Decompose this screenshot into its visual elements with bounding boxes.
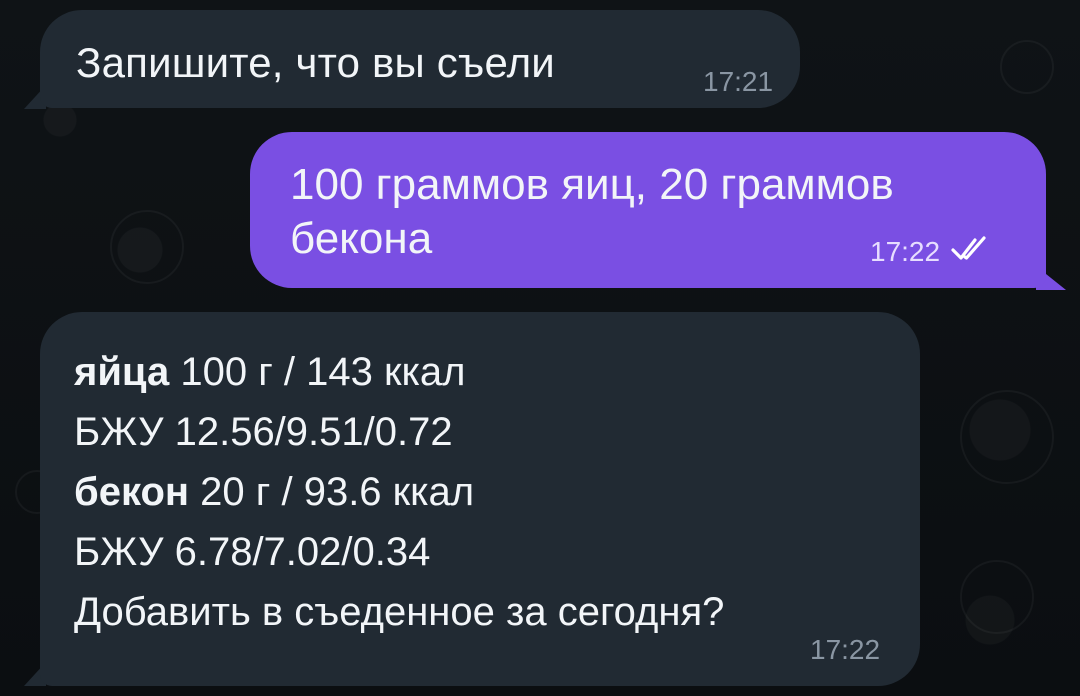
message-text: Запишите, что вы съели bbox=[76, 39, 555, 86]
food-name: бекон bbox=[74, 470, 190, 514]
question-row: Добавить в съеденное за сегодня? bbox=[74, 590, 725, 634]
background-doodle bbox=[110, 210, 184, 284]
food-details: 20 г / 93.6 ккал bbox=[189, 470, 475, 514]
message-text-line: 100 граммов яиц, 20 граммов bbox=[290, 160, 894, 209]
background-doodle bbox=[1000, 40, 1054, 94]
message-time: 17:22 bbox=[810, 634, 881, 665]
incoming-message-bubble[interactable]: Запишите, что вы съели 17:21 bbox=[40, 10, 800, 108]
macros-row: БЖУ 12.56/9.51/0.72 bbox=[74, 410, 453, 454]
double-check-icon bbox=[951, 236, 986, 260]
message-time: 17:21 bbox=[703, 66, 774, 97]
nutrition-row: яйца 100 г / 143 ккал bbox=[74, 342, 886, 402]
food-details: 100 г / 143 ккал bbox=[169, 350, 466, 394]
background-doodle bbox=[960, 390, 1054, 484]
message-time: 17:22 bbox=[870, 236, 941, 267]
macros-row: БЖУ 6.78/7.02/0.34 bbox=[74, 530, 431, 574]
outgoing-message-bubble[interactable]: 100 граммов яиц, 20 граммов бекона 17:22 bbox=[250, 132, 1046, 288]
incoming-message-bubble[interactable]: яйца 100 г / 143 ккал БЖУ 12.56/9.51/0.7… bbox=[40, 312, 920, 686]
background-doodle bbox=[960, 560, 1034, 634]
food-name: яйца bbox=[74, 350, 170, 394]
nutrition-row: бекон 20 г / 93.6 ккал bbox=[74, 462, 886, 522]
